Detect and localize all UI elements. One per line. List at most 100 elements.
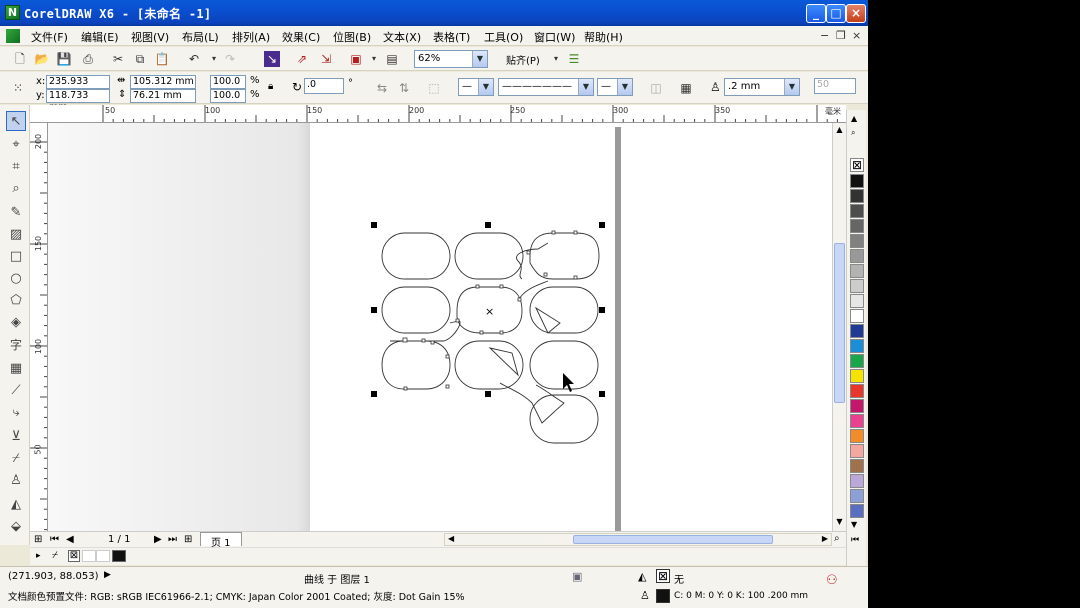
scale-width-field[interactable]: 100.0: [210, 75, 246, 89]
crop-tool-icon[interactable]: ⌗: [6, 157, 26, 177]
rounded-shape[interactable]: [381, 286, 451, 334]
open-folder-icon[interactable]: 📂: [34, 51, 50, 67]
curve-node[interactable]: [573, 275, 578, 280]
cut-icon[interactable]: ✂: [110, 51, 126, 67]
menu-table[interactable]: 表格(T): [433, 29, 470, 45]
connector-curve[interactable]: [426, 320, 461, 342]
undo-dropdown-icon[interactable]: ▾: [206, 51, 222, 67]
publish-pdf-icon[interactable]: ⇲: [318, 51, 334, 67]
paste-icon[interactable]: 📋: [154, 51, 170, 67]
coreldraw-app-icon[interactable]: N: [5, 5, 20, 20]
zoom-level-select[interactable]: 62% ▼: [414, 50, 488, 68]
outline-tool-icon[interactable]: ♙: [6, 471, 26, 491]
menu-window[interactable]: 窗口(W): [534, 29, 575, 45]
curve-node[interactable]: [479, 330, 484, 335]
new-document-icon[interactable]: 🗋: [12, 51, 28, 67]
palette-menu-icon[interactable]: ▸: [36, 551, 41, 561]
curve-node[interactable]: [403, 386, 408, 391]
text-wrap-icon[interactable]: ◫: [648, 80, 664, 96]
selection-handle[interactable]: [485, 222, 491, 228]
color-swatch[interactable]: [850, 354, 864, 368]
line-style-select[interactable]: ——————— ▼: [498, 78, 594, 96]
menu-help[interactable]: 帮助(H): [584, 29, 623, 45]
polygon-tool-icon[interactable]: ⬠: [6, 291, 26, 311]
eyedropper-tool-icon[interactable]: ⌿: [6, 449, 26, 469]
shape-tool-icon[interactable]: ⌖: [6, 135, 26, 155]
fill-none-swatch[interactable]: ⊠: [656, 569, 670, 583]
eyedropper-icon[interactable]: ⌿: [52, 550, 58, 561]
color-swatch[interactable]: [850, 174, 864, 188]
selection-handle[interactable]: [371, 391, 377, 397]
menu-arrange[interactable]: 排列(A): [232, 29, 270, 45]
curve-node[interactable]: [517, 297, 522, 302]
curve-node[interactable]: [526, 250, 531, 255]
rounded-shape[interactable]: [529, 232, 600, 280]
color-swatch[interactable]: [850, 474, 864, 488]
rounded-shape[interactable]: [381, 232, 451, 280]
chevron-down-icon[interactable]: ▼: [478, 79, 493, 95]
scale-height-field[interactable]: 100.0: [210, 89, 246, 103]
print-icon[interactable]: ⎙: [80, 51, 96, 67]
curve-node[interactable]: [445, 384, 450, 389]
y-position-field[interactable]: 118.733 mm: [46, 89, 110, 113]
vertical-ruler[interactable]: 200 150 100 50: [30, 123, 48, 531]
white-swatch[interactable]: [96, 550, 110, 562]
outline-color-swatch[interactable]: [656, 589, 670, 603]
height-field[interactable]: 76.21 mm: [130, 89, 196, 103]
color-swatch[interactable]: [850, 444, 864, 458]
interactive-blend-tool-icon[interactable]: ⊻: [6, 427, 26, 447]
no-color-swatch[interactable]: ⊠: [850, 158, 864, 172]
menu-layout[interactable]: 布局(L): [182, 29, 219, 45]
curve-node[interactable]: [402, 337, 408, 343]
chevron-down-icon[interactable]: ▼: [578, 79, 593, 95]
scroll-down-icon[interactable]: ▼: [834, 517, 845, 528]
color-swatch[interactable]: [850, 399, 864, 413]
ellipse-tool-icon[interactable]: ○: [6, 269, 26, 289]
selection-handle[interactable]: [485, 391, 491, 397]
smart-fill-tool-icon[interactable]: ▨: [6, 225, 26, 245]
curve-node[interactable]: [455, 318, 460, 323]
close-curve-icon[interactable]: ▦: [678, 80, 694, 96]
interactive-fill-tool-icon[interactable]: ⬙: [6, 517, 26, 537]
drawing-canvas[interactable]: ×: [48, 123, 832, 531]
scroll-right-icon[interactable]: ▶: [822, 534, 828, 543]
previous-page-icon[interactable]: ◀: [66, 534, 74, 545]
dimension-tool-icon[interactable]: ⟋: [6, 381, 26, 401]
curve-node[interactable]: [551, 230, 556, 235]
vertical-scrollbar[interactable]: ▲ ▼: [832, 123, 846, 531]
color-swatch[interactable]: [850, 504, 864, 518]
rounded-shape[interactable]: [381, 340, 451, 390]
color-swatch[interactable]: [850, 249, 864, 263]
connector-curve[interactable]: [516, 242, 549, 280]
wedge-shape[interactable]: [488, 347, 519, 377]
color-swatch[interactable]: [850, 294, 864, 308]
no-color-swatch[interactable]: ⊠: [68, 550, 80, 562]
rounded-shape[interactable]: [529, 286, 599, 334]
user-account-icon[interactable]: ⚇: [826, 573, 838, 588]
application-launcher-icon[interactable]: ▣: [348, 51, 364, 67]
lock-ratio-icon[interactable]: 🔒︎: [268, 81, 273, 92]
curve-node[interactable]: [421, 338, 426, 343]
full-screen-preview-icon[interactable]: ▤: [384, 51, 400, 67]
color-swatch[interactable]: [850, 279, 864, 293]
menu-bitmaps[interactable]: 位图(B): [333, 29, 371, 45]
status-menu-icon[interactable]: ▶: [104, 570, 111, 580]
color-swatch[interactable]: [850, 459, 864, 473]
rectangle-tool-icon[interactable]: □: [6, 247, 26, 267]
launcher-dropdown-icon[interactable]: ▾: [366, 51, 382, 67]
curve-node[interactable]: [475, 284, 480, 289]
palette-options-icon[interactable]: ⌕: [851, 128, 855, 138]
menu-edit[interactable]: 编辑(E): [81, 29, 119, 45]
chevron-down-icon[interactable]: ▼: [472, 51, 487, 67]
selection-handle[interactable]: [599, 307, 605, 313]
scroll-left-icon[interactable]: ◀: [448, 534, 454, 543]
rotation-angle-field[interactable]: .0: [304, 78, 344, 94]
options-icon[interactable]: ☰: [566, 51, 582, 67]
copy-icon[interactable]: ⧉: [132, 51, 148, 67]
selection-handle[interactable]: [371, 307, 377, 313]
black-swatch[interactable]: [112, 550, 126, 562]
menu-file[interactable]: 文件(F): [31, 29, 68, 45]
rounded-shape[interactable]: [454, 340, 524, 390]
palette-scroll-up-icon[interactable]: ▲: [851, 114, 857, 123]
minimize-button[interactable]: _: [806, 4, 826, 23]
